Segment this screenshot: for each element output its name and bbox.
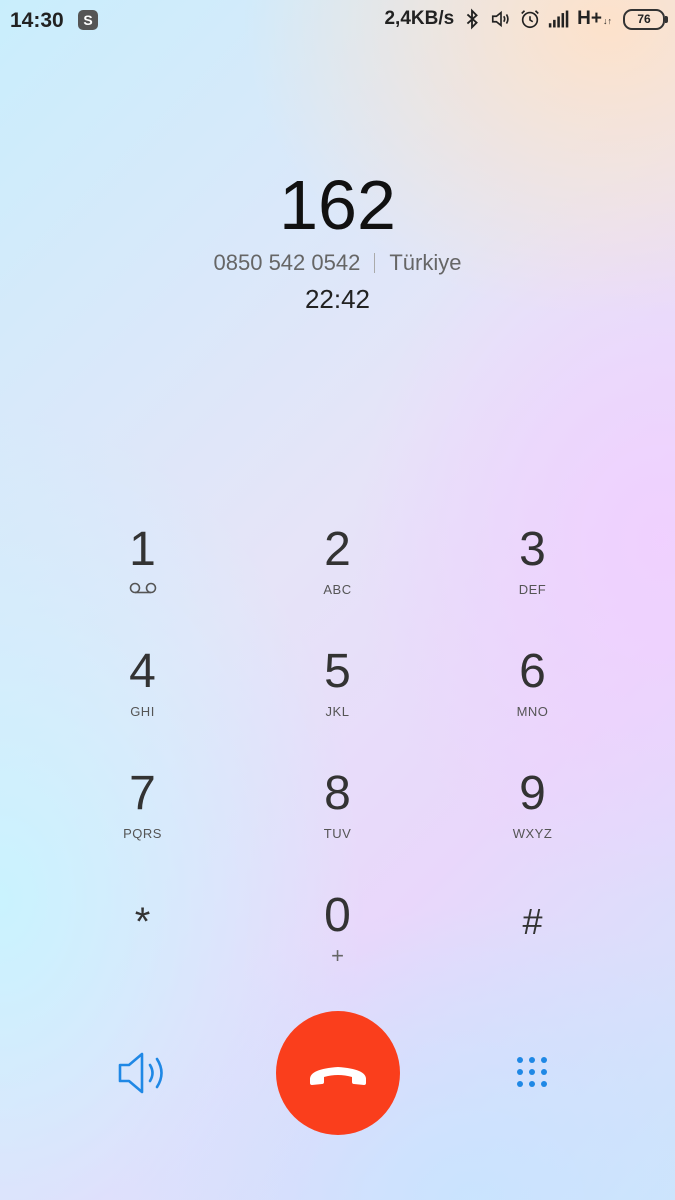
network-type: H+↓↑ <box>577 8 612 29</box>
dialpad-toggle-button[interactable] <box>510 1050 558 1098</box>
key-5[interactable]: 5 JKL <box>240 642 435 752</box>
caller-details: 0850 542 0542 Türkiye <box>0 250 675 276</box>
key-hash[interactable]: # <box>435 886 630 996</box>
battery-indicator: 76 <box>623 8 668 30</box>
key-7[interactable]: 7 PQRS <box>45 764 240 874</box>
status-icons: 2,4KB/s H+↓↑ 76 <box>384 8 668 30</box>
status-time: 14:30 <box>10 9 64 32</box>
key-9[interactable]: 9 WXYZ <box>435 764 630 874</box>
dialpad-icon <box>517 1057 547 1087</box>
alarm-icon <box>521 10 540 29</box>
bluetooth-icon <box>466 8 479 30</box>
key-3[interactable]: 3 DEF <box>435 520 630 630</box>
speaker-icon <box>118 1052 163 1094</box>
end-call-button[interactable] <box>276 1011 400 1135</box>
caller-name: 162 <box>279 166 396 244</box>
vibrate-icon <box>492 10 509 28</box>
call-duration: 22:42 <box>304 284 371 314</box>
key-2[interactable]: 2 ABC <box>240 520 435 630</box>
voicemail-icon <box>129 582 156 594</box>
key-8[interactable]: 8 TUV <box>240 764 435 874</box>
end-call-icon <box>310 1067 366 1085</box>
caller-location: Türkiye <box>389 250 462 275</box>
key-star[interactable]: * <box>45 886 240 996</box>
signal-icon <box>549 10 569 28</box>
caller-number: 0850 542 0542 <box>213 250 361 275</box>
status-bar: 14:30 S 2,4KB/s H+↓↑ 76 <box>0 0 675 42</box>
app-notification-icon: S <box>78 10 98 30</box>
key-6[interactable]: 6 MNO <box>435 642 630 752</box>
speaker-button[interactable] <box>112 1048 172 1098</box>
divider <box>374 253 376 273</box>
network-speed: 2,4KB/s <box>384 8 455 29</box>
key-1[interactable]: 1 <box>45 520 240 630</box>
key-4[interactable]: 4 GHI <box>45 642 240 752</box>
key-0[interactable]: 0 + <box>240 886 435 996</box>
